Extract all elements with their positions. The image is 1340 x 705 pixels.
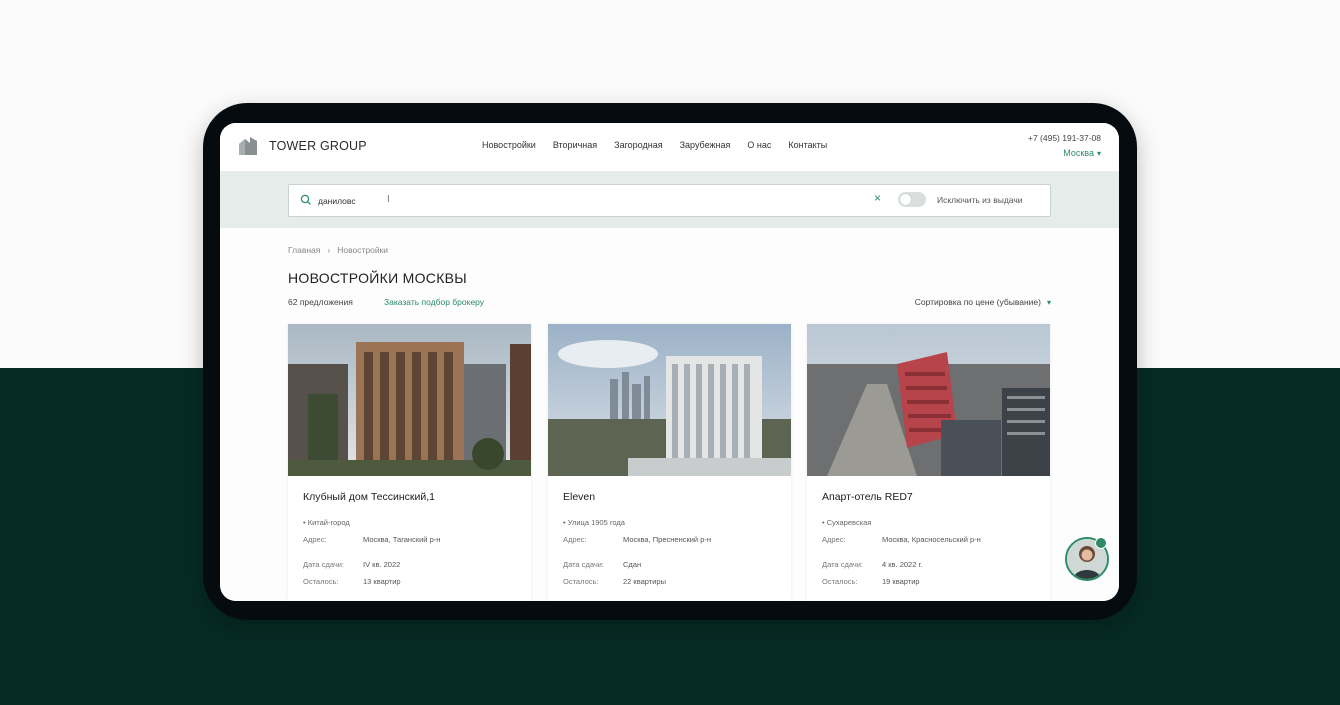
remaining-label: Осталось: [563, 577, 599, 586]
tower-logo-icon [239, 137, 257, 155]
exclude-label: Исключить из выдачи [937, 195, 1023, 205]
property-card[interactable]: Клубный дом Тессинский,1 • Китай-город А… [288, 324, 531, 601]
delivery-label: Дата сдачи: [563, 560, 605, 569]
delivery-label: Дата сдачи: [303, 560, 345, 569]
clear-icon[interactable]: × [874, 191, 881, 205]
address-row: Адрес: Москва, Красносельский р-н [822, 535, 981, 544]
online-status-dot [1095, 537, 1107, 549]
property-title: Клубный дом Тессинский,1 [303, 491, 436, 503]
city-selector[interactable]: Москва ▾ [1063, 148, 1101, 158]
property-title: Eleven [563, 491, 596, 503]
delivery-row: Дата сдачи: IV кв. 2022 [303, 560, 400, 569]
property-district: • Сухаревская [822, 518, 872, 527]
phone-number[interactable]: +7 (495) 191-37-08 [1028, 133, 1101, 143]
remaining-row: Осталось: 22 квартиры [563, 577, 666, 586]
page-title: НОВОСТРОЙКИ МОСКВЫ [288, 270, 467, 286]
address-label: Адрес: [822, 535, 846, 544]
sort-label: Сортировка по цене (убывание) [914, 297, 1041, 307]
remaining-value: 22 квартиры [623, 577, 666, 586]
property-photo [807, 324, 1050, 476]
address-value: Москва, Пресненский р-н [623, 535, 712, 544]
delivery-row: Дата сдачи: Сдан [563, 560, 641, 569]
address-label: Адрес: [563, 535, 587, 544]
remaining-value: 19 квартир [882, 577, 920, 586]
remaining-row: Осталось: 19 квартир [822, 577, 920, 586]
brand-name: TOWER GROUP [269, 139, 367, 153]
remaining-value: 13 квартир [363, 577, 401, 586]
device-screen: TOWER GROUP Новостройки Вторичная Загоро… [220, 123, 1119, 601]
delivery-row: Дата сдачи: 4 кв. 2022 г. [822, 560, 922, 569]
breadcrumb-home[interactable]: Главная [288, 245, 320, 255]
logo[interactable]: TOWER GROUP [236, 134, 367, 158]
search-icon [300, 194, 311, 205]
search-box: I × Исключить из выдачи [288, 184, 1051, 217]
chevron-down-icon: ▾ [1046, 297, 1051, 307]
property-card[interactable]: Апарт-отель RED7 • Сухаревская Адрес: Мо… [807, 324, 1050, 601]
nav-item-new-buildings[interactable]: Новостройки [482, 140, 536, 150]
address-label: Адрес: [303, 535, 327, 544]
remaining-row: Осталось: 13 квартир [303, 577, 401, 586]
property-cards: Клубный дом Тессинский,1 • Китай-город А… [288, 324, 1052, 601]
sort-dropdown[interactable]: Сортировка по цене (убывание) ▾ [915, 297, 1051, 307]
text-cursor-icon: I [387, 194, 390, 205]
nav-item-contacts[interactable]: Контакты [788, 140, 827, 150]
property-card[interactable]: Eleven • Улица 1905 года Адрес: Москва, … [548, 324, 791, 601]
address-row: Адрес: Москва, Таганский р-н [303, 535, 440, 544]
remaining-label: Осталось: [822, 577, 858, 586]
property-photo [288, 324, 531, 476]
property-photo [548, 324, 791, 476]
nav-item-country[interactable]: Загородная [614, 140, 662, 150]
breadcrumb: Главная › Новостройки [288, 245, 388, 255]
nav-item-about[interactable]: О нас [747, 140, 771, 150]
breadcrumb-current: Новостройки [337, 245, 389, 255]
toggle-knob [900, 194, 911, 205]
property-district: • Китай-город [303, 518, 350, 527]
property-district: • Улица 1905 года [563, 518, 625, 527]
main-nav: Новостройки Вторичная Загородная Зарубеж… [482, 140, 844, 150]
address-value: Москва, Таганский р-н [363, 535, 441, 544]
nav-item-secondary[interactable]: Вторичная [553, 140, 597, 150]
delivery-value: IV кв. 2022 [363, 560, 401, 569]
exclude-toggle[interactable] [898, 192, 926, 207]
offers-count: 62 предложения [288, 297, 353, 307]
city-label: Москва [1063, 148, 1094, 158]
site-header: TOWER GROUP Новостройки Вторичная Загоро… [220, 123, 1119, 171]
delivery-label: Дата сдачи: [822, 560, 864, 569]
address-value: Москва, Красносельский р-н [882, 535, 981, 544]
order-broker-link[interactable]: Заказать подбор брокеру [384, 297, 484, 307]
address-row: Адрес: Москва, Пресненский р-н [563, 535, 711, 544]
nav-item-foreign[interactable]: Зарубежная [680, 140, 731, 150]
search-band: I × Исключить из выдачи [220, 171, 1119, 228]
main-content: Главная › Новостройки НОВОСТРОЙКИ МОСКВЫ… [220, 228, 1119, 601]
chevron-down-icon: ▾ [1096, 148, 1101, 158]
delivery-value: Сдан [623, 560, 642, 569]
remaining-label: Осталось: [303, 577, 339, 586]
property-title: Апарт-отель RED7 [822, 491, 913, 503]
delivery-value: 4 кв. 2022 г. [882, 560, 923, 569]
search-input[interactable] [316, 191, 840, 211]
breadcrumb-separator: › [327, 245, 331, 255]
